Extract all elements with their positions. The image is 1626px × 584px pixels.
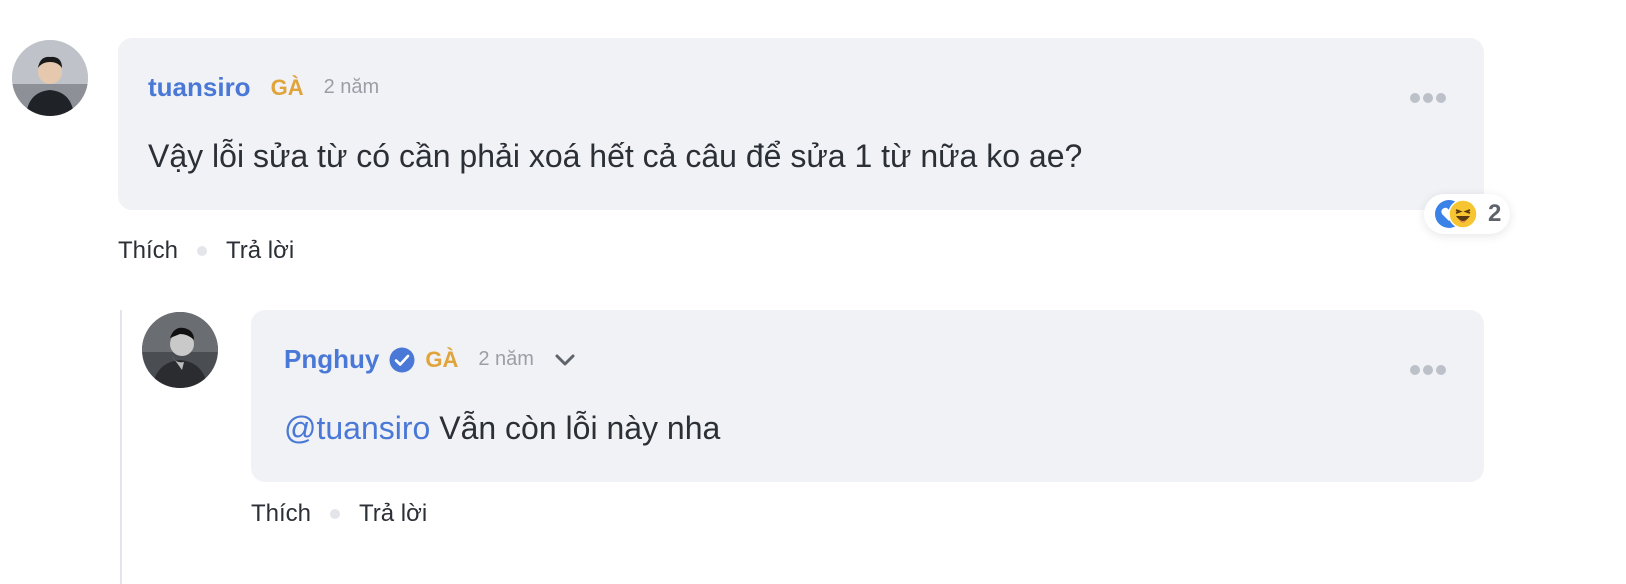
comment-actions: Thích Trả lời xyxy=(118,237,294,265)
reply-bubble: Pnghuy GÀ 2 năm @tuansiro Vẫn còn lỗi nà… xyxy=(251,310,1484,482)
avatar-tuansiro[interactable] xyxy=(12,40,88,116)
like-button[interactable]: Thích xyxy=(118,237,178,265)
separator-dot xyxy=(330,509,341,519)
thread-line xyxy=(120,310,122,584)
author-name[interactable]: Pnghuy xyxy=(284,344,379,375)
dot-icon xyxy=(1423,93,1433,103)
reply-button[interactable]: Trả lời xyxy=(226,237,294,265)
reply-button[interactable]: Trả lời xyxy=(359,500,427,528)
reply-actions: Thích Trả lời xyxy=(251,500,427,528)
comment-header: tuansiro GÀ 2 năm xyxy=(148,72,379,103)
comment-bubble: tuansiro GÀ 2 năm Vậy lỗi sửa từ có cần … xyxy=(118,38,1484,210)
more-options-button[interactable] xyxy=(1410,92,1446,104)
author-name[interactable]: tuansiro xyxy=(148,72,251,103)
dot-icon xyxy=(1436,365,1446,375)
timestamp[interactable]: 2 năm xyxy=(324,76,380,99)
more-options-button[interactable] xyxy=(1410,364,1446,376)
chevron-down-icon[interactable] xyxy=(552,347,578,373)
haha-icon xyxy=(1448,199,1478,229)
like-button[interactable]: Thích xyxy=(251,500,311,528)
mention-link[interactable]: @tuansiro xyxy=(284,410,430,446)
reply-header: Pnghuy GÀ 2 năm xyxy=(284,344,578,375)
comment-text: Vậy lỗi sửa từ có cần phải xoá hết cả câ… xyxy=(148,138,1083,174)
dot-icon xyxy=(1410,365,1420,375)
reply-text: @tuansiro Vẫn còn lỗi này nha xyxy=(284,410,720,447)
dot-icon xyxy=(1410,93,1420,103)
rank-badge: GÀ xyxy=(425,346,459,372)
reaction-summary[interactable]: 2 xyxy=(1424,194,1510,234)
reply-message: Vẫn còn lỗi này nha xyxy=(439,410,721,446)
avatar-pnghuy[interactable] xyxy=(142,312,218,388)
dot-icon xyxy=(1436,93,1446,103)
timestamp[interactable]: 2 năm xyxy=(478,348,534,371)
rank-badge: GÀ xyxy=(270,74,304,100)
reaction-count: 2 xyxy=(1488,200,1502,227)
separator-dot xyxy=(197,246,208,256)
verified-badge-icon xyxy=(389,347,415,372)
dot-icon xyxy=(1423,365,1433,375)
